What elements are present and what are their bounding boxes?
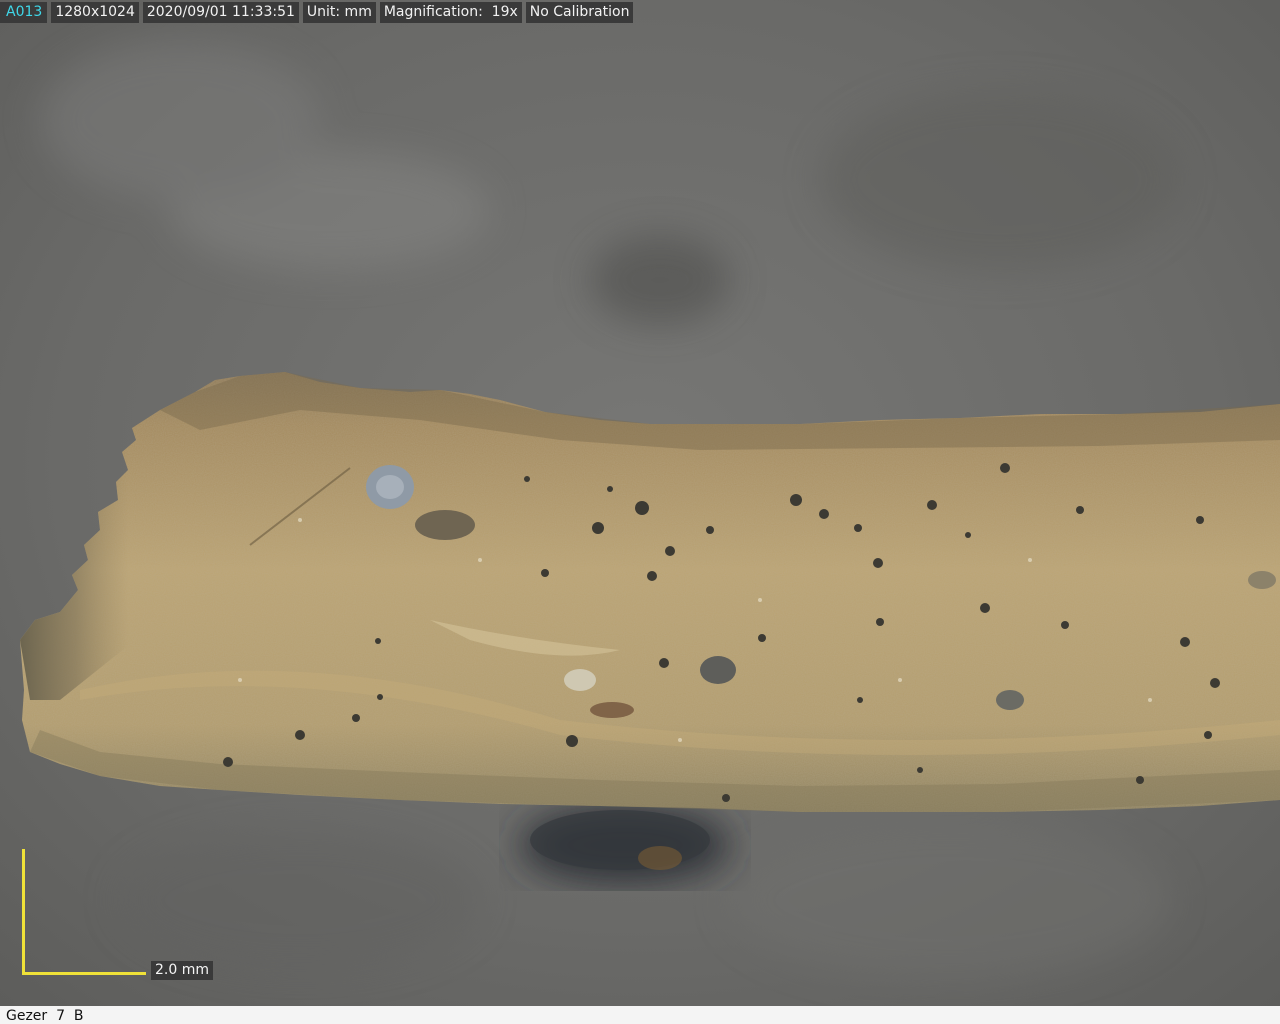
calibration-label: No Calibration bbox=[525, 2, 634, 23]
unit-label: Unit: mm bbox=[302, 2, 376, 23]
datetime-label: 2020/09/01 11:33:51 bbox=[142, 2, 299, 23]
magnification-label: Magnification: 19x bbox=[379, 2, 522, 23]
microscope-viewer: A013 1280x1024 2020/09/01 11:33:51 Unit:… bbox=[0, 0, 1280, 1024]
resolution-label: 1280x1024 bbox=[51, 2, 139, 23]
caption-bar: Gezer 7 B bbox=[0, 1006, 1280, 1024]
info-bar: A013 1280x1024 2020/09/01 11:33:51 Unit:… bbox=[0, 2, 634, 23]
scale-bar-vertical bbox=[22, 849, 25, 975]
scale-bar-horizontal bbox=[22, 972, 146, 975]
scale-bar-label: 2.0 mm bbox=[151, 961, 213, 980]
caption-text: Gezer 7 B bbox=[6, 1008, 84, 1024]
scale-bar bbox=[22, 849, 148, 975]
image-id-label: A013 bbox=[0, 2, 48, 23]
specimen-image bbox=[0, 0, 1280, 1024]
